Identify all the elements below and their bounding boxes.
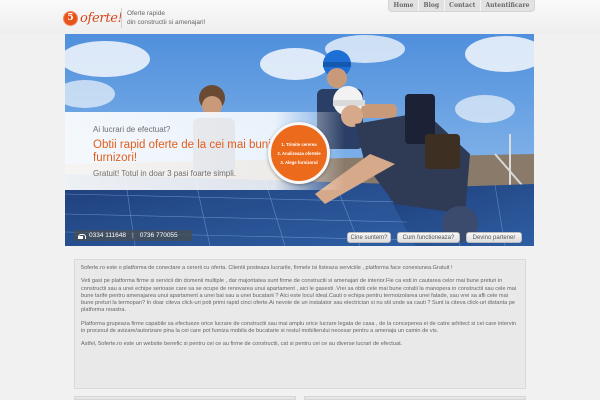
logo-badge: 5: [64, 11, 77, 25]
intro-text-box: 5oferte.ro este o platforma de conectare…: [74, 259, 526, 389]
about-us-button[interactable]: Cine suntem?: [347, 232, 391, 243]
hero-question: Ai lucrari de efectuat?: [93, 125, 171, 134]
phone-icon: [78, 233, 86, 239]
logo-divider: [121, 8, 122, 28]
intro-paragraph-2: Veti gasi pe platforma firme si servicii…: [81, 278, 517, 314]
hero-title: Obtii rapid oferte de la cei mai buni fu…: [93, 139, 271, 164]
phone-bar: 0334 111648 | 0736 770055: [74, 230, 192, 241]
nav-home-link[interactable]: Home: [389, 0, 418, 11]
top-nav: Home Blog Contact Autentificare: [388, 0, 535, 12]
become-partner-button[interactable]: Devino partener: [466, 232, 522, 243]
nav-login-link[interactable]: Autentificare: [479, 0, 534, 11]
tagline-line2: din constructii si amenajari!: [127, 19, 206, 26]
tagline-line1: Oferte rapide: [127, 10, 165, 17]
step-1: 1. Trimite cererea: [281, 141, 317, 147]
phone-number-1[interactable]: 0334 111648: [89, 232, 126, 239]
phone-number-2[interactable]: 0736 770055: [140, 232, 178, 239]
steps-circle: 1. Trimite cererea 2. Analizeaza ofertel…: [268, 122, 330, 184]
bottom-panel-right: [304, 396, 526, 400]
intro-paragraph-1: 5oferte.ro este o platforma de conectare…: [81, 265, 453, 271]
nav-contact-link[interactable]: Contact: [443, 0, 480, 11]
how-it-works-button[interactable]: Cum functioneaza?: [397, 232, 460, 243]
bottom-panel-left: [74, 396, 296, 400]
hero-subtitle: Gratuit! Totul in doar 3 pasi foarte sim…: [93, 169, 237, 178]
logo-text: oferte!: [80, 10, 123, 26]
tagline: Oferte rapide din constructii si amenaja…: [127, 9, 205, 27]
phone-separator: |: [132, 232, 134, 239]
site-logo[interactable]: 5 oferte!: [64, 8, 123, 28]
nav-blog-link[interactable]: Blog: [417, 0, 444, 11]
step-2: 2. Analizeaza ofertele: [277, 150, 321, 156]
hero-banner: Ai lucrari de efectuat? Obtii rapid ofer…: [65, 34, 534, 246]
site-header: 5 oferte! Oferte rapide din constructii …: [0, 0, 600, 34]
step-3: 3. Alege furnizorul: [280, 159, 318, 165]
intro-paragraph-3: Platforma grupeaza firme capabile sa efe…: [81, 320, 516, 335]
intro-paragraph-4: Astfel, 5oferte.ro este un website benef…: [81, 341, 403, 348]
